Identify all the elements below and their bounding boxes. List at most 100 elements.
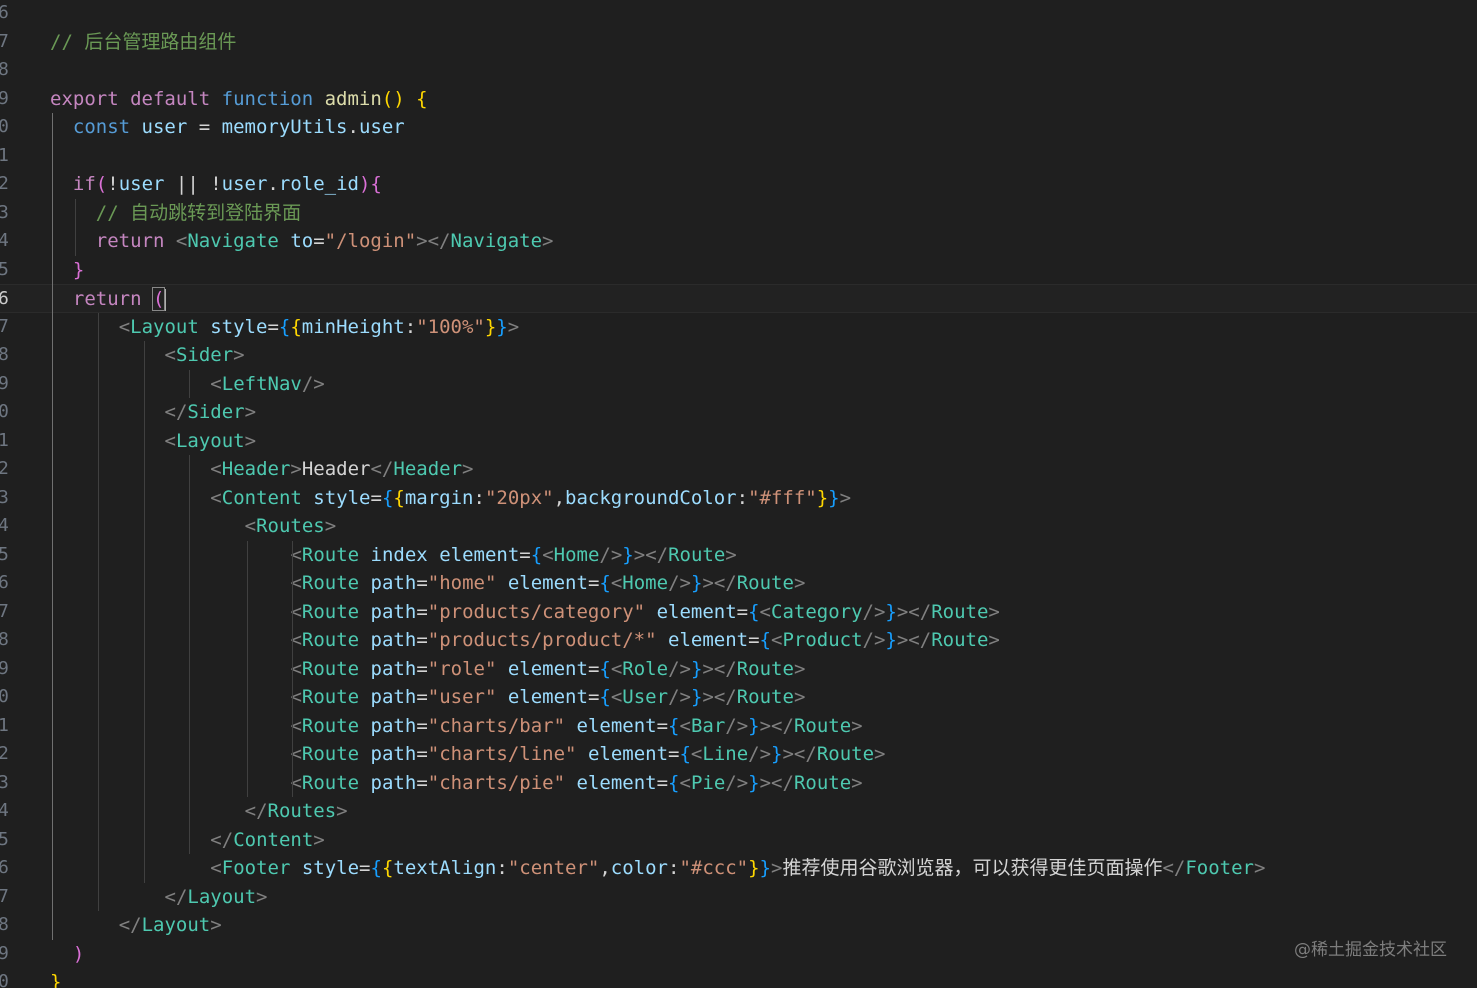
token-brace-pink: ( <box>151 287 166 311</box>
token-text: = <box>587 657 600 680</box>
line-number: 3 <box>0 201 9 223</box>
code-line[interactable]: 9 <Route path="role" element={<Role/>}></… <box>0 655 1477 684</box>
token-string: "#ccc" <box>679 857 749 879</box>
code-line[interactable]: 0 <Route path="user" element={<User/>}></… <box>0 683 1477 712</box>
token-tag-bracket: ></ <box>416 230 451 252</box>
token-brace-blue: { <box>679 743 691 765</box>
token-tag: Home <box>622 572 669 594</box>
code-line[interactable]: 3 <Content style={{margin:"20px",backgrou… <box>0 484 1477 513</box>
token-text: : <box>496 857 508 879</box>
code-line[interactable]: 3 // 自动跳转到登陆界面 <box>0 199 1477 228</box>
token-brace-yellow: } <box>484 315 497 338</box>
token-brace-blue: } <box>690 657 703 680</box>
token-tag: Route <box>793 714 852 737</box>
token-text: ! <box>107 173 119 195</box>
token-text: = <box>748 629 760 651</box>
token-tag-bracket: /> <box>862 600 886 623</box>
code-line[interactable]: 8 <box>0 56 1477 85</box>
code-content: <Route path="home" element={<Home/>}></R… <box>290 569 805 598</box>
code-line[interactable]: 9) <box>0 940 1477 969</box>
code-line[interactable]: 0 const user = memoryUtils.user <box>0 113 1477 142</box>
token-brace-yellow: { <box>290 315 302 338</box>
code-line[interactable]: 3 <Route path="charts/pie" element={<Pie/… <box>0 769 1477 798</box>
code-line[interactable]: 7 // 后台管理路由组件 <box>0 28 1477 57</box>
token-tag: Route <box>301 572 360 594</box>
code-line[interactable]: 7 </Layout> <box>0 883 1477 912</box>
code-line[interactable]: 5 <Route index element={<Home/>}></Route> <box>0 541 1477 570</box>
code-line[interactable]: 8 </Layout> <box>0 911 1477 940</box>
code-line[interactable]: 0} <box>0 968 1477 988</box>
token-control: export <box>50 87 119 110</box>
code-line[interactable]: 2 <Header>Header</Header> <box>0 455 1477 484</box>
token-text: = <box>587 686 600 708</box>
token-string: "role" <box>427 657 497 680</box>
token-comment: // 后台管理路由组件 <box>50 30 237 53</box>
token-tag-bracket: > <box>336 800 348 822</box>
token-tag: Route <box>301 600 360 623</box>
token-tag: Routes <box>267 800 337 822</box>
token-tag-bracket: > <box>725 543 737 566</box>
token-attribute: path <box>370 743 417 765</box>
token-tag-bracket: ></ <box>633 543 669 566</box>
token-attribute: style <box>301 857 360 879</box>
token-tag-bracket: </ <box>210 828 234 851</box>
token-brace-blue: } <box>885 600 897 623</box>
token-text: = <box>519 543 531 566</box>
token-variable: user <box>118 173 165 195</box>
token-tag-bracket: > <box>233 344 245 366</box>
code-line[interactable]: 0 </Sider> <box>0 398 1477 427</box>
token-tag-bracket: < <box>210 372 222 395</box>
code-line[interactable]: 6 <Route path="home" element={<Home/>}></… <box>0 569 1477 598</box>
code-line[interactable]: 8 <Sider> <box>0 341 1477 370</box>
token-string: "products/category" <box>427 600 646 623</box>
code-line[interactable]: 6 <box>0 0 1477 28</box>
token-tag: Footer <box>1185 857 1254 879</box>
line-number: 4 <box>0 515 9 536</box>
token-brace-blue: } <box>759 857 771 879</box>
line-number: 1 <box>0 429 9 451</box>
token-text: = <box>370 486 382 509</box>
code-line[interactable]: 4 <Routes> <box>0 512 1477 541</box>
code-line[interactable]: 4 return <Navigate to="/login"></Navigate… <box>0 227 1477 256</box>
token-tag: Category <box>771 600 863 623</box>
code-line[interactable]: 7 <Route path="products/category" element… <box>0 598 1477 627</box>
token-brace-blue: } <box>748 714 760 737</box>
code-content: if(!user || !user.role_id){ <box>73 170 382 199</box>
code-editor[interactable]: 6 7 // 后台管理路由组件 8 9 export default function a… <box>0 0 1477 988</box>
token-variable: user <box>358 116 405 138</box>
code-line[interactable]: 5 </Content> <box>0 826 1477 855</box>
code-line[interactable]: 5} <box>0 256 1477 285</box>
token-variable: memoryUtils <box>221 116 348 138</box>
code-line[interactable]: 9 <LeftNav/> <box>0 370 1477 399</box>
token-tag-bracket: > <box>324 515 337 537</box>
token-text: : <box>667 857 680 879</box>
token-tag-bracket: < <box>679 714 691 737</box>
token-text: : <box>736 486 749 509</box>
token-tag-bracket: < <box>210 486 222 509</box>
token-text: . <box>267 173 279 195</box>
token-attribute: index <box>370 543 428 566</box>
code-line[interactable]: 8 <Route path="products/product/*" elemen… <box>0 626 1477 655</box>
token-tag: Route <box>931 629 989 651</box>
token-tag-bracket: /> <box>725 714 749 737</box>
code-line[interactable]: 1 <box>0 142 1477 171</box>
line-number: 3 <box>0 486 9 508</box>
token-brace-blue: { <box>748 600 760 623</box>
token-brace-blue: { <box>599 572 611 594</box>
token-tag: Route <box>736 572 794 594</box>
code-line[interactable]: 6 <Footer style={{textAlign:"center",colo… <box>0 854 1477 883</box>
code-line[interactable]: 6 return ( <box>0 284 1477 313</box>
code-line[interactable]: 2 <Route path="charts/line" element={<Lin… <box>0 740 1477 769</box>
code-line[interactable]: 1 <Route path="charts/bar" element={<Bar/… <box>0 712 1477 741</box>
token-attribute: style <box>210 315 268 338</box>
code-line[interactable]: 2 if(!user || !user.role_id){ <box>0 170 1477 199</box>
code-line[interactable]: 1 <Layout> <box>0 427 1477 456</box>
code-line[interactable]: 7 <Layout style={{minHeight:"100%"}}> <box>0 313 1477 342</box>
code-line[interactable]: 4 </Routes> <box>0 797 1477 826</box>
token-text: = <box>187 116 222 138</box>
token-control: if <box>72 173 96 195</box>
code-line[interactable]: 9 export default function admin() { <box>0 85 1477 114</box>
